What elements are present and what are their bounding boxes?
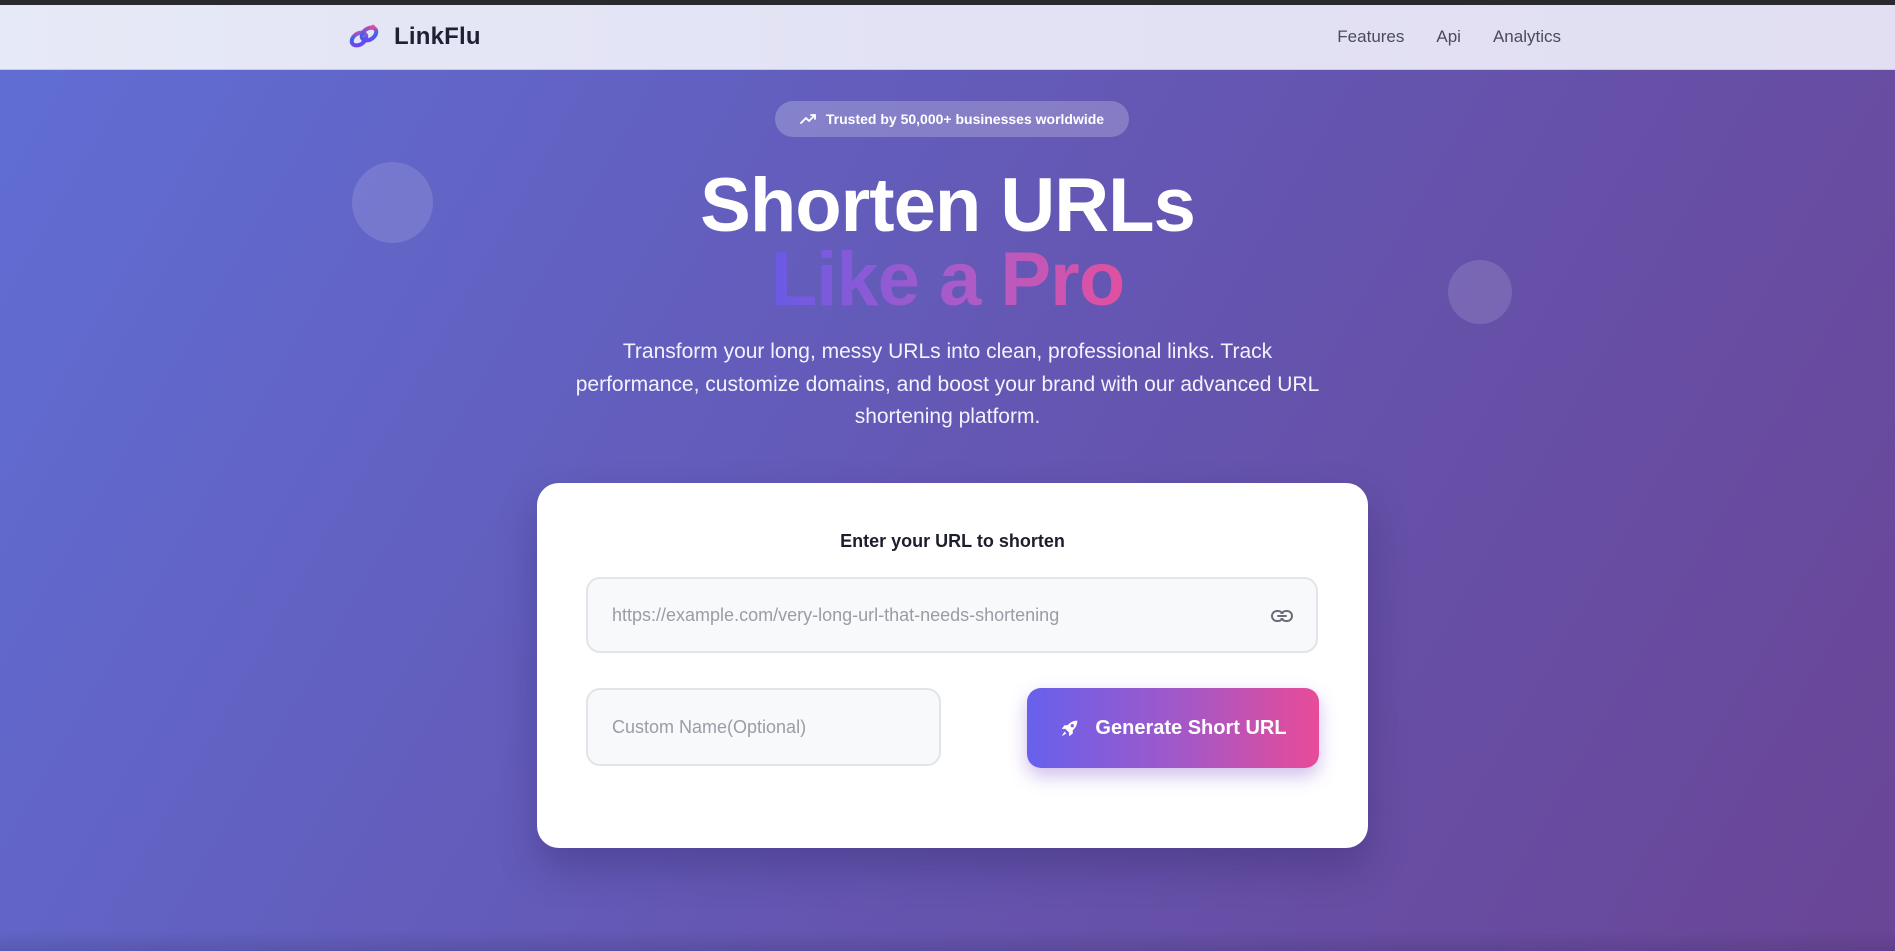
trending-up-icon — [800, 114, 816, 124]
rocket-icon — [1062, 720, 1078, 737]
shorten-form-card: Enter your URL to shorten Generate Short… — [537, 483, 1368, 848]
nav-link-features[interactable]: Features — [1337, 27, 1404, 47]
hero-bottom-fade — [0, 931, 1895, 951]
hero-title-accent-text: Like a Pro — [770, 237, 1125, 322]
form-label: Enter your URL to shorten — [840, 531, 1065, 551]
link-icon — [1271, 610, 1293, 622]
hero-title-accent: Like a Pro — [0, 236, 1895, 323]
hero-description: Transform your long, messy URLs into cle… — [575, 340, 1320, 428]
trust-badge: Trusted by 50,000+ businesses worldwide — [775, 101, 1129, 137]
hero-section: Trusted by 50,000+ businesses worldwide … — [0, 70, 1895, 951]
nav-link-analytics[interactable]: Analytics — [1493, 27, 1561, 47]
url-input[interactable] — [588, 579, 1316, 651]
url-field — [586, 577, 1318, 653]
custom-name-field — [586, 688, 941, 766]
brand[interactable]: LinkFlu — [348, 21, 481, 53]
nav-link-api[interactable]: Api — [1436, 27, 1461, 47]
navbar: LinkFlu Features Api Analytics — [0, 5, 1895, 70]
trust-badge-text: Trusted by 50,000+ businesses worldwide — [825, 111, 1105, 127]
custom-name-input[interactable] — [588, 690, 939, 764]
brand-name: LinkFlu — [394, 23, 481, 50]
generate-button-label: Generate Short URL — [1095, 716, 1287, 739]
infinity-link-logo-icon — [349, 24, 379, 48]
generate-short-url-button[interactable]: Generate Short URL — [1027, 688, 1319, 768]
nav-links: Features Api Analytics — [1337, 27, 1561, 47]
